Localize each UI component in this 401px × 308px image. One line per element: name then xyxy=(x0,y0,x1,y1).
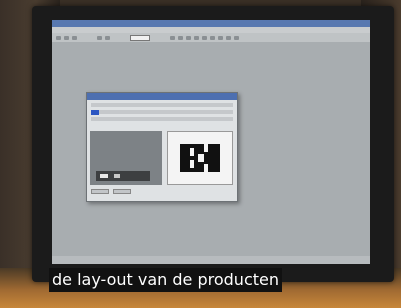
toolbar-button-icon[interactable] xyxy=(218,35,223,40)
dialog-form-row[interactable] xyxy=(91,103,233,107)
app-workspace xyxy=(52,42,370,256)
toolbar-button-icon[interactable] xyxy=(105,35,110,40)
dialog-title-bar[interactable] xyxy=(87,93,237,100)
toolbar-button-icon[interactable] xyxy=(210,35,215,40)
dialog-form-row[interactable] xyxy=(91,110,233,114)
monitor-screen xyxy=(52,20,370,264)
toolbar-button-icon[interactable] xyxy=(202,35,207,40)
app-status-bar xyxy=(52,256,370,264)
toolbar-button-icon[interactable] xyxy=(72,35,77,40)
toolbar-button-icon[interactable] xyxy=(226,35,231,40)
preview-item xyxy=(114,174,120,178)
toolbar-button-icon[interactable] xyxy=(64,35,69,40)
toolbar-button-icon[interactable] xyxy=(194,35,199,40)
toolbar-field[interactable] xyxy=(130,34,150,41)
layout-dialog xyxy=(86,92,238,202)
app-title-bar[interactable] xyxy=(52,20,370,27)
dialog-form-rows xyxy=(91,103,233,127)
toolbar-button-icon[interactable] xyxy=(234,35,239,40)
dialog-button[interactable] xyxy=(113,189,131,194)
dialog-button-row xyxy=(91,189,233,195)
product-layout-preview xyxy=(167,131,233,185)
selection-indicator-icon[interactable] xyxy=(91,110,99,115)
toolbar-button-icon[interactable] xyxy=(97,35,102,40)
product-shape-graphic xyxy=(180,144,220,172)
preview-item xyxy=(100,174,108,178)
app-toolbar xyxy=(52,33,370,42)
dialog-form-row[interactable] xyxy=(91,117,233,121)
video-caption: de lay-out van de producten xyxy=(49,268,282,292)
dialog-button[interactable] xyxy=(91,189,109,194)
toolbar-button-icon[interactable] xyxy=(170,35,175,40)
toolbar-button-icon[interactable] xyxy=(178,35,183,40)
toolbar-button-icon[interactable] xyxy=(56,35,61,40)
product-preview-panel xyxy=(90,131,162,185)
toolbar-button-icon[interactable] xyxy=(186,35,191,40)
